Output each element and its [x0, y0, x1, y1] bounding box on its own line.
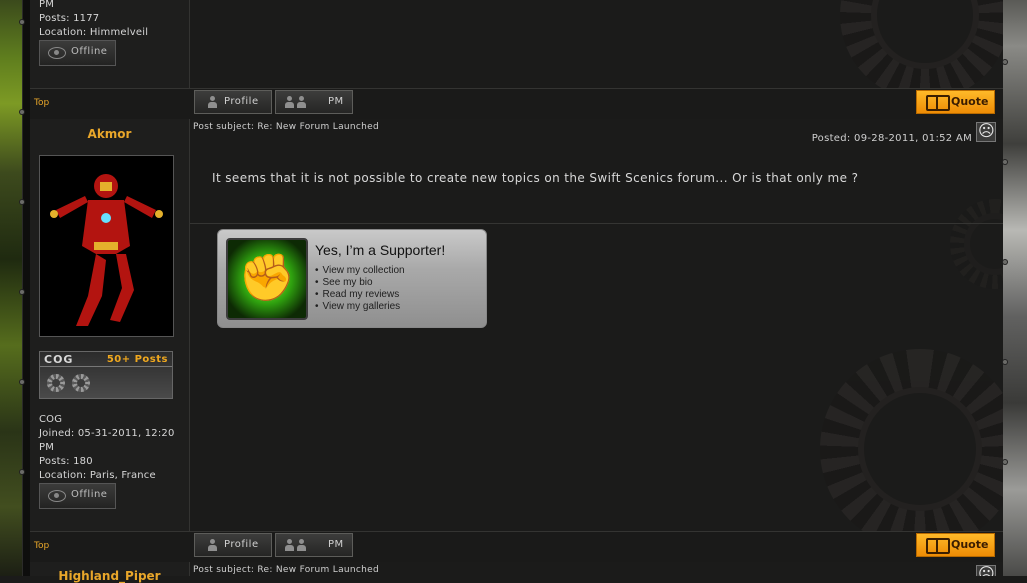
- post2-status-label: Offline: [71, 489, 108, 500]
- supporter-link-bio[interactable]: See my bio: [315, 277, 405, 289]
- post2-joined-tail: PM: [39, 442, 55, 453]
- post2-top-link[interactable]: Top: [34, 541, 49, 551]
- post2-profile-button[interactable]: Profile: [194, 533, 272, 557]
- post2-subject: Post subject: Re: New Forum Launched: [193, 122, 380, 132]
- forum-thread: PM Posts: 1177 Location: Himmelveil Offl…: [30, 0, 1003, 583]
- rank-badge-posts: 50+ Posts: [106, 354, 168, 365]
- post1-action-row: Top Profile PM Quote: [30, 88, 1003, 120]
- post3-username[interactable]: Highland_Piper: [30, 569, 189, 583]
- post1-pm-button[interactable]: PM: [275, 90, 353, 114]
- post1-top-link[interactable]: Top: [34, 98, 49, 108]
- rivet-icon: [1003, 160, 1007, 164]
- rank-badge-divider: [40, 366, 172, 367]
- post3-profile-column: Highland_Piper: [30, 562, 190, 583]
- post2-rank-badge: COG 50+ Posts: [39, 351, 173, 399]
- post2-message-text: It seems that it is not possible to crea…: [212, 171, 859, 185]
- frown-icon: [976, 121, 996, 142]
- supporter-link-collection[interactable]: View my collection: [315, 265, 405, 277]
- profile-icon: [208, 539, 217, 551]
- post1-quote-label: Quote: [951, 95, 989, 108]
- post2-avatar: [39, 155, 174, 337]
- armored-hero-avatar-image: [40, 156, 173, 336]
- raised-fist-image: ✊: [226, 238, 308, 320]
- rivet-icon: [1003, 60, 1007, 64]
- post2-profile-column: Akmor COG 50+ Posts COG Joined: 05-31-20…: [30, 119, 190, 531]
- supporter-link-reviews[interactable]: Read my reviews: [315, 289, 405, 301]
- post1-location: Location: Himmelveil: [39, 27, 149, 38]
- gear-background-art: [840, 0, 1003, 88]
- rivet-icon: [1003, 460, 1007, 464]
- rivet-icon: [20, 110, 24, 114]
- post1-online-status-button[interactable]: Offline: [39, 40, 116, 66]
- post3-body-column: Post subject: Re: New Forum Launched: [190, 562, 1003, 576]
- gear-background-art: [820, 349, 1003, 531]
- eye-icon: [48, 490, 66, 502]
- post2-posted-date: Posted: 09-28-2011, 01:52 AM: [811, 133, 972, 144]
- post2-action-row: Top Profile PM Quote: [30, 531, 1003, 563]
- pm-icon-second: [297, 96, 306, 108]
- rivet-icon: [20, 290, 24, 294]
- rivet-icon: [20, 470, 24, 474]
- post2-pm-button[interactable]: PM: [275, 533, 353, 557]
- supporter-link-galleries[interactable]: View my galleries: [315, 301, 405, 313]
- post2-quote-button[interactable]: Quote: [916, 533, 995, 557]
- pm-icon-second: [297, 539, 306, 551]
- rivet-icon: [20, 200, 24, 204]
- post1-status-label: Offline: [71, 46, 108, 57]
- post3-subject: Post subject: Re: New Forum Launched: [193, 565, 380, 575]
- cog-icon: [47, 374, 65, 392]
- profile-icon: [208, 96, 217, 108]
- book-icon: [926, 538, 950, 554]
- eye-icon: [48, 47, 66, 59]
- signature-separator: [190, 223, 1003, 224]
- post1-posts-count: Posts: 1177: [39, 13, 100, 24]
- post2-quote-label: Quote: [951, 538, 989, 551]
- post1-profile-label: Profile: [224, 96, 259, 107]
- fist-icon: ✊: [238, 250, 296, 304]
- post2-posts-count: Posts: 180: [39, 456, 93, 467]
- pm-icon: [285, 96, 294, 108]
- supporter-links-list: View my collection See my bio Read my re…: [315, 265, 405, 313]
- post2-location: Location: Paris, France: [39, 470, 156, 481]
- gear-background-art-small: [950, 199, 1003, 289]
- rivet-icon: [20, 380, 24, 384]
- book-icon: [926, 95, 950, 111]
- pm-icon: [285, 539, 294, 551]
- post1-profile-column: PM Posts: 1177 Location: Himmelveil Offl…: [30, 0, 190, 88]
- post2-username[interactable]: Akmor: [30, 127, 189, 141]
- rivet-icon: [1003, 260, 1007, 264]
- post2-rank-title: COG: [39, 414, 63, 425]
- supporter-title: Yes, I’m a Supporter!: [315, 242, 446, 258]
- rank-badge-name: COG: [44, 353, 74, 366]
- post2-body-column: Post subject: Re: New Forum Launched Pos…: [190, 119, 1003, 531]
- left-side-artwork: [0, 0, 22, 576]
- supporter-signature-banner[interactable]: ✊ Yes, I’m a Supporter! View my collecti…: [217, 229, 487, 328]
- post2-pm-label: PM: [328, 539, 344, 550]
- post1-profile-button[interactable]: Profile: [194, 90, 272, 114]
- post2-online-status-button[interactable]: Offline: [39, 483, 116, 509]
- post1-quote-button[interactable]: Quote: [916, 90, 995, 114]
- frown-icon: [976, 564, 996, 576]
- rivet-icon: [1003, 360, 1007, 364]
- post2-profile-label: Profile: [224, 539, 259, 550]
- right-side-artwork: [1003, 0, 1027, 576]
- post1-body-column: [190, 0, 1003, 88]
- post1-pm-label: PM: [328, 96, 344, 107]
- cog-icon-second: [72, 374, 90, 392]
- post2-joined: Joined: 05-31-2011, 12:20: [39, 428, 175, 439]
- post1-joined-tail: PM: [39, 0, 55, 10]
- rivet-icon: [20, 20, 24, 24]
